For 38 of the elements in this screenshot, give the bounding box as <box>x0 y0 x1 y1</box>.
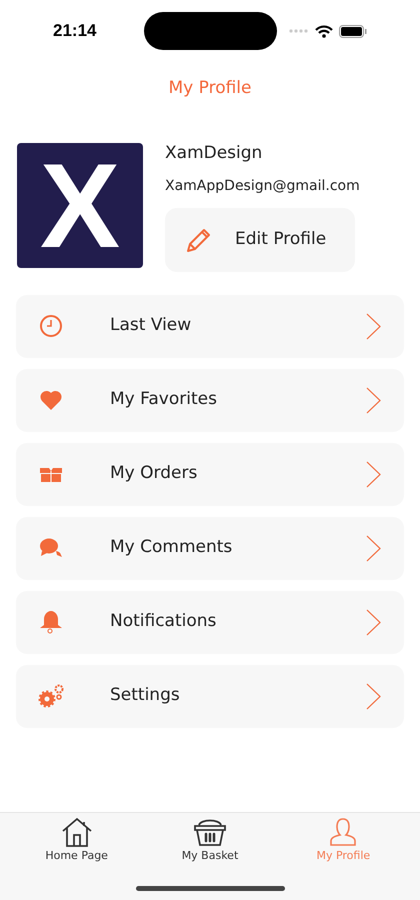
menu-label: Settings <box>110 684 181 708</box>
menu-label: Last View <box>110 314 192 338</box>
profile-email: XamAppDesign@gmail.com <box>165 176 360 196</box>
menu-item[interactable]: My Comments <box>16 516 404 580</box>
menu-label: My Favorites <box>110 388 218 412</box>
house-icon <box>60 817 93 847</box>
box-icon <box>39 465 63 483</box>
tab-item[interactable]: My Basket <box>154 817 265 864</box>
profile-name: XamDesign <box>165 142 264 165</box>
menu-label: Notifications <box>110 610 218 634</box>
status-time: 21:14 <box>53 20 96 42</box>
menu-label: My Comments <box>110 536 234 560</box>
menu-item[interactable]: Notifications <box>16 590 404 654</box>
logo: X <box>17 143 143 268</box>
person-icon <box>329 817 358 847</box>
menu-item[interactable]: Last View <box>16 294 404 358</box>
menu-item[interactable]: My Favorites <box>16 368 404 432</box>
chevron-right-icon <box>366 460 382 488</box>
wifi-icon <box>315 24 333 38</box>
speech-bubbles-icon <box>39 537 63 559</box>
chevron-right-icon <box>366 608 382 636</box>
gears-icon <box>37 683 65 709</box>
chevron-right-icon <box>366 386 382 414</box>
page-title: My Profile <box>168 77 252 100</box>
edit-profile-button[interactable]: Edit Profile <box>165 208 355 272</box>
tab-item[interactable]: Home Page <box>22 817 132 864</box>
signal-icon <box>289 29 309 33</box>
clock-icon <box>39 314 63 338</box>
heart-icon <box>39 389 63 411</box>
battery-icon <box>339 24 367 38</box>
menu-item[interactable]: My Orders <box>16 442 404 506</box>
menu-item[interactable]: Settings <box>16 664 404 728</box>
menu-label: My Orders <box>110 462 198 486</box>
chevron-right-icon <box>366 534 382 562</box>
basket-icon <box>192 817 227 847</box>
chevron-right-icon <box>366 312 382 340</box>
bell-icon <box>39 610 63 634</box>
chevron-right-icon <box>366 682 382 710</box>
